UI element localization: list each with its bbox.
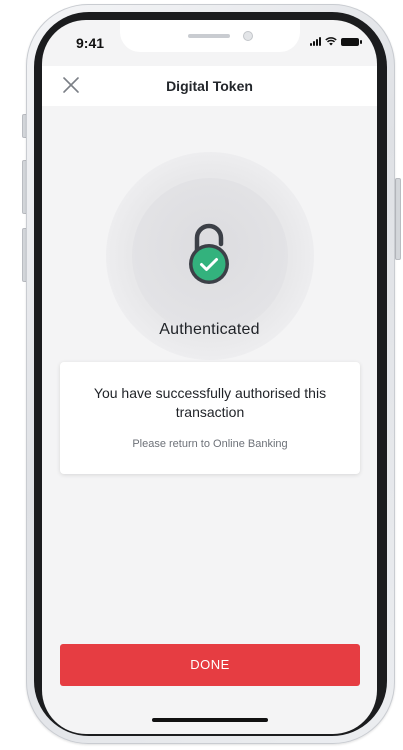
app-screen: 9:41 Digital Token Authenticated You hav…: [42, 20, 377, 734]
success-message: You have successfully authorised this tr…: [93, 385, 327, 420]
return-instruction: Please return to Online Banking: [132, 438, 288, 450]
front-camera: [243, 31, 253, 41]
battery-icon: [341, 38, 362, 46]
done-button[interactable]: DONE: [60, 644, 360, 686]
signal-icon: [310, 37, 321, 46]
power-button: [395, 178, 401, 260]
lock-check-icon: [189, 223, 229, 284]
message-card: You have successfully authorised this tr…: [60, 362, 360, 474]
speaker-grille: [188, 34, 230, 38]
status-time: 9:41: [76, 35, 105, 51]
page-title: Digital Token: [166, 78, 253, 94]
home-indicator[interactable]: [152, 718, 268, 722]
wifi-icon: [325, 37, 337, 46]
app-header: Digital Token: [42, 66, 377, 106]
device-mockup: 9:41 Digital Token Authenticated You hav…: [0, 0, 403, 750]
notch: [120, 20, 300, 52]
auth-status: Authenticated: [159, 321, 260, 338]
status-icons: [310, 37, 362, 46]
